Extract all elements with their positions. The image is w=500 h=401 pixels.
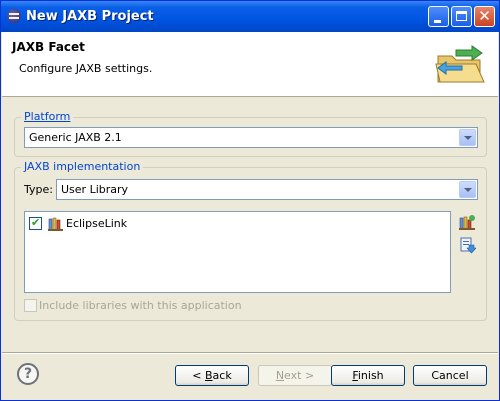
library-list[interactable]: ✔ EclipseLink [24, 211, 451, 293]
eclipse-app-icon [7, 9, 21, 23]
wizard-banner: JAXB Facet Configure JAXB settings. [2, 32, 498, 97]
implementation-legend: JAXB implementation [21, 160, 144, 173]
type-combo[interactable]: User Library [56, 179, 478, 200]
platform-combo[interactable]: Generic JAXB 2.1 [24, 127, 478, 148]
chevron-down-icon[interactable] [459, 181, 476, 198]
maximize-button[interactable] [451, 6, 472, 27]
include-libraries-label: Include libraries with this application [39, 299, 242, 312]
close-button[interactable]: ✕ [474, 6, 495, 27]
checkmark-icon: ✔ [31, 216, 41, 229]
back-button[interactable]: < Back [175, 365, 249, 386]
chevron-down-icon[interactable] [459, 129, 476, 146]
close-icon: ✕ [478, 7, 491, 25]
manage-libraries-icon[interactable] [458, 214, 476, 232]
type-value: User Library [61, 183, 129, 196]
finish-button[interactable]: Finish [331, 365, 405, 386]
minimize-icon [434, 20, 441, 23]
page-description: Configure JAXB settings. [19, 62, 153, 75]
cancel-button[interactable]: Cancel [413, 365, 487, 386]
maximize-icon [456, 11, 467, 21]
folder-arrow-icon [435, 45, 485, 83]
platform-value: Generic JAXB 2.1 [29, 131, 122, 144]
library-name: EclipseLink [66, 217, 128, 230]
include-libraries-checkbox [24, 299, 37, 312]
library-checkbox[interactable]: ✔ [29, 216, 42, 230]
help-icon[interactable]: ? [17, 363, 39, 385]
library-books-icon [48, 217, 63, 231]
footer-separator [2, 352, 498, 354]
platform-legend: Platform [21, 110, 74, 123]
next-button: Next > [258, 365, 332, 386]
page-title: JAXB Facet [12, 40, 85, 54]
title-bar[interactable]: New JAXB Project ✕ [1, 1, 499, 32]
dialog-window: New JAXB Project ✕ JAXB Facet Configure … [0, 0, 500, 401]
download-library-icon[interactable] [458, 236, 476, 254]
window-title: New JAXB Project [26, 9, 154, 24]
minimize-button[interactable] [428, 6, 449, 27]
type-label: Type: [24, 183, 53, 196]
